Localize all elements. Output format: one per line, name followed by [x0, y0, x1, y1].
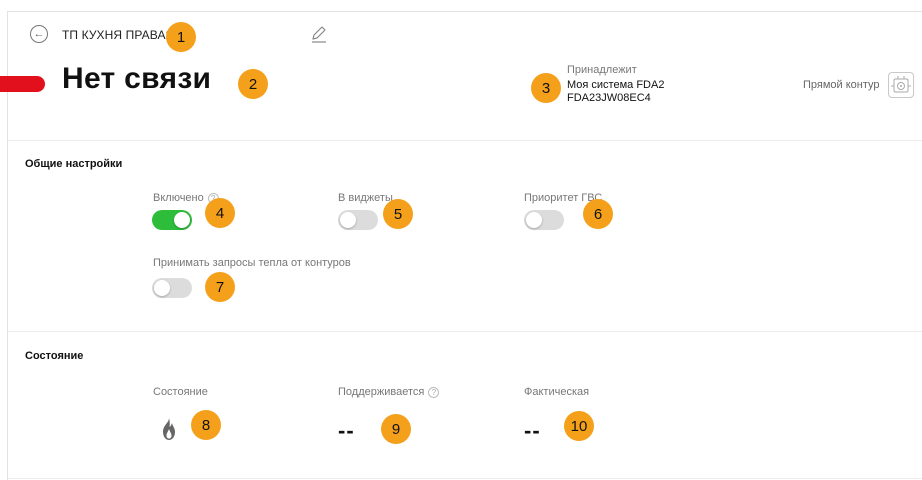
- status-indicator-bar: [0, 76, 45, 92]
- device-name: ТП КУХНЯ ПРАВАЯ: [62, 28, 175, 42]
- annotation-badge: 8: [191, 410, 221, 440]
- state-section-title: Состояние: [25, 350, 84, 362]
- edit-button[interactable]: [309, 24, 329, 44]
- dhw-priority-toggle[interactable]: [524, 210, 564, 230]
- annotation-badge: 7: [205, 272, 235, 302]
- annotation-badge: 2: [238, 69, 268, 99]
- supported-value: --: [338, 418, 355, 443]
- state-label: Состояние: [153, 386, 208, 398]
- owner-serial-number: FDA23JW08EC4: [567, 92, 651, 104]
- pencil-icon: [312, 26, 326, 43]
- back-button[interactable]: ←: [30, 25, 48, 43]
- supported-label: Поддерживается?: [338, 386, 440, 398]
- widgets-label: В виджеты: [338, 192, 393, 204]
- owner-system-name[interactable]: Моя система FDA2: [567, 79, 664, 91]
- annotation-badge: 9: [381, 414, 411, 444]
- info-icon[interactable]: ?: [428, 386, 440, 398]
- enabled-toggle[interactable]: [152, 210, 192, 230]
- actual-value: --: [524, 418, 541, 443]
- section-divider: [8, 478, 922, 479]
- connection-status-title: Нет связи: [62, 62, 212, 95]
- owner-label: Принадлежит: [567, 64, 637, 76]
- arrow-left-icon: ←: [33, 27, 45, 40]
- annotation-badge: 10: [564, 411, 594, 441]
- supported-label-text: Поддерживается: [338, 386, 425, 398]
- flame-icon: [160, 417, 178, 441]
- toggle-knob: [174, 212, 190, 228]
- general-settings-title: Общие настройки: [25, 158, 123, 170]
- toggle-knob: [340, 212, 356, 228]
- annotation-badge: 3: [531, 73, 561, 103]
- circuit-button[interactable]: [888, 72, 914, 98]
- pump-icon: [891, 76, 911, 93]
- annotation-badge: 1: [166, 22, 196, 52]
- circuit-type-label: Прямой контур: [803, 79, 880, 91]
- annotation-badge: 5: [383, 199, 413, 229]
- section-divider: [8, 140, 922, 141]
- actual-label: Фактическая: [524, 386, 590, 398]
- annotation-badge: 6: [583, 199, 613, 229]
- accept-heat-requests-toggle[interactable]: [152, 278, 192, 298]
- toggle-knob: [154, 280, 170, 296]
- section-divider: [8, 331, 922, 332]
- annotation-badge: 4: [205, 198, 235, 228]
- accept-heat-requests-label: Принимать запросы тепла от контуров: [153, 257, 351, 269]
- toggle-knob: [526, 212, 542, 228]
- enabled-label-text: Включено: [153, 192, 204, 204]
- widgets-toggle[interactable]: [338, 210, 378, 230]
